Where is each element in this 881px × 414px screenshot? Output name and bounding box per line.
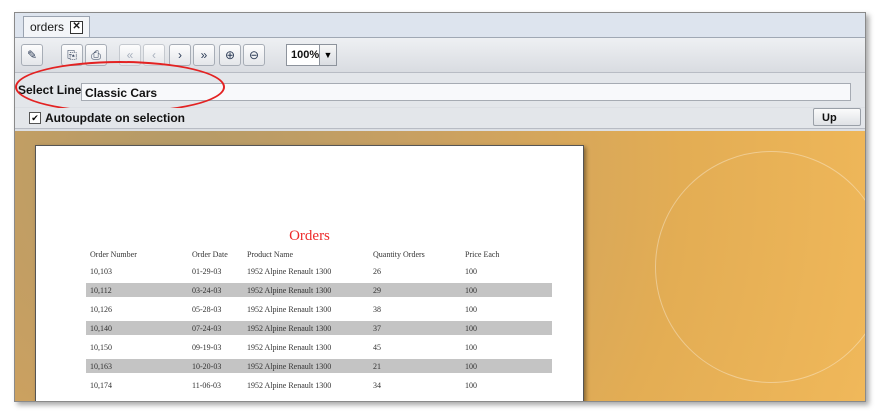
zoom-out-icon[interactable]: ⊖ xyxy=(243,44,265,66)
autoupdate-label: Autoupdate on selection xyxy=(45,111,186,125)
cell-product-name: 1952 Alpine Renault 1300 xyxy=(247,286,332,295)
cell-order-date: 09-19-03 xyxy=(192,343,222,352)
cell-quantity: 26 xyxy=(373,267,381,276)
table-row: 10,103 01-29-03 1952 Alpine Renault 1300… xyxy=(86,264,552,278)
background-swirl xyxy=(655,151,865,383)
cell-order-date: 07-24-03 xyxy=(192,324,222,333)
cell-price: 100 xyxy=(465,305,477,314)
header-order-number: Order Number xyxy=(90,250,137,259)
header-quantity: Quantity Orders xyxy=(373,250,425,259)
cell-order-date: 11-06-03 xyxy=(192,381,222,390)
cell-quantity: 29 xyxy=(373,286,381,295)
report-viewer-window: orders ✕ ✎ ⎘ ⎙ « ‹ › » ⊕ ⊖ 100% ▼ Select… xyxy=(14,12,866,402)
tab-label: orders xyxy=(30,20,65,34)
cell-order-number: 10,163 xyxy=(90,362,112,371)
table-row: 10,140 07-24-03 1952 Alpine Renault 1300… xyxy=(86,321,552,335)
cell-order-number: 10,103 xyxy=(90,267,112,276)
cell-order-number: 10,150 xyxy=(90,343,112,352)
header-order-date: Order Date xyxy=(192,250,228,259)
zoom-value: 100% xyxy=(291,49,320,61)
tab-bar: orders ✕ xyxy=(15,13,865,38)
table-row: 10,112 03-24-03 1952 Alpine Renault 1300… xyxy=(86,283,552,297)
table-row: 10,174 11-06-03 1952 Alpine Renault 1300… xyxy=(86,378,552,392)
update-button[interactable]: Up xyxy=(813,108,861,126)
cell-price: 100 xyxy=(465,324,477,333)
table-row: 10,150 09-19-03 1952 Alpine Renault 1300… xyxy=(86,340,552,354)
cell-product-name: 1952 Alpine Renault 1300 xyxy=(247,324,332,333)
cell-product-name: 1952 Alpine Renault 1300 xyxy=(247,362,332,371)
cell-order-date: 03-24-03 xyxy=(192,286,222,295)
tab-orders[interactable]: orders ✕ xyxy=(23,16,91,37)
cell-order-date: 10-20-03 xyxy=(192,362,222,371)
cell-quantity: 37 xyxy=(373,324,381,333)
highlight-circle xyxy=(15,61,225,113)
cell-quantity: 34 xyxy=(373,381,381,390)
autoupdate-row: ✔ Autoupdate on selection Up xyxy=(15,108,865,129)
cell-order-number: 10,140 xyxy=(90,324,112,333)
last-page-icon[interactable]: » xyxy=(193,44,215,66)
table-row: 10,163 10-20-03 1952 Alpine Renault 1300… xyxy=(86,359,552,373)
autoupdate-checkbox[interactable]: ✔ xyxy=(29,112,41,124)
cell-product-name: 1952 Alpine Renault 1300 xyxy=(247,343,332,352)
cell-product-name: 1952 Alpine Renault 1300 xyxy=(247,381,332,390)
cell-order-date: 05-28-03 xyxy=(192,305,222,314)
cell-price: 100 xyxy=(465,362,477,371)
pencil-icon[interactable]: ✎ xyxy=(21,44,43,66)
zoom-in-icon[interactable]: ⊕ xyxy=(219,44,241,66)
cell-order-date: 01-29-03 xyxy=(192,267,222,276)
cell-order-number: 10,112 xyxy=(90,286,112,295)
report-canvas[interactable]: Orders Order Number Order Date Product N… xyxy=(15,131,865,401)
cell-order-number: 10,126 xyxy=(90,305,112,314)
cell-product-name: 1952 Alpine Renault 1300 xyxy=(247,267,332,276)
cell-price: 100 xyxy=(465,381,477,390)
cell-price: 100 xyxy=(465,343,477,352)
report-title: Orders xyxy=(289,228,330,244)
cell-quantity: 38 xyxy=(373,305,381,314)
header-price: Price Each xyxy=(465,250,500,259)
chevron-down-icon[interactable]: ▼ xyxy=(319,45,336,65)
cell-quantity: 45 xyxy=(373,343,381,352)
cell-quantity: 21 xyxy=(373,362,381,371)
next-page-icon[interactable]: › xyxy=(169,44,191,66)
cell-price: 100 xyxy=(465,267,477,276)
table-row: 10,126 05-28-03 1952 Alpine Renault 1300… xyxy=(86,302,552,316)
cell-order-number: 10,174 xyxy=(90,381,112,390)
close-icon[interactable]: ✕ xyxy=(70,20,84,34)
report-page: Orders Order Number Order Date Product N… xyxy=(35,145,584,401)
header-product-name: Product Name xyxy=(247,250,293,259)
zoom-select[interactable]: 100% ▼ xyxy=(286,44,337,66)
cell-price: 100 xyxy=(465,286,477,295)
cell-product-name: 1952 Alpine Renault 1300 xyxy=(247,305,332,314)
